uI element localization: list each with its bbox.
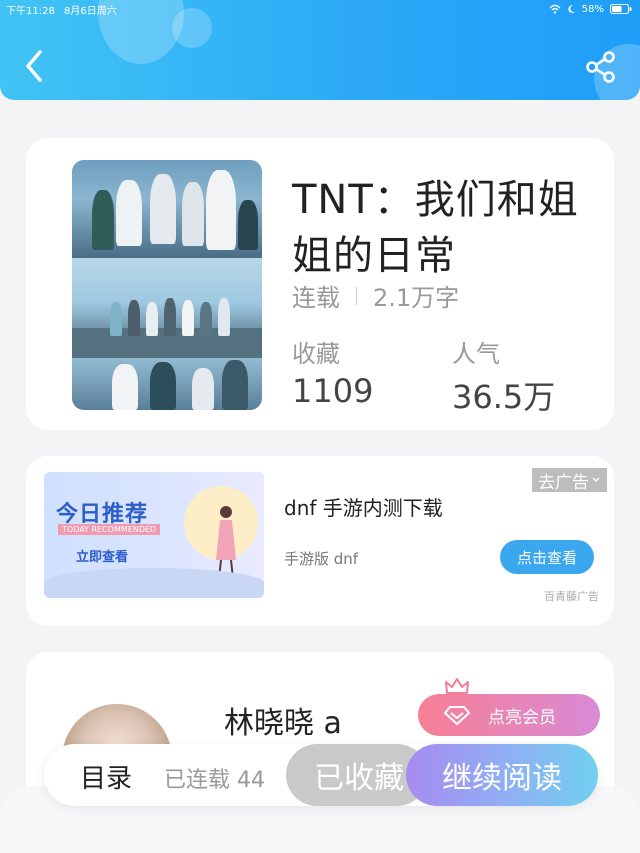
header: 下午11:28 8月6日周六 58% [0,0,640,100]
cover-photo [72,358,262,410]
author-name: 林晓晓 a [224,706,342,741]
cover-photo [72,258,262,358]
ad-card[interactable]: 今日推荐 TODAY RECOMMENDED 立即查看 dnf 手游内测下载 手… [26,456,614,626]
chapter-count[interactable]: 已连载 44 [164,762,265,794]
ad-source: 百青藤广告 [544,590,599,603]
battery-icon [610,4,632,14]
popularity-value: 36.5万 [452,378,556,416]
book-status: 连载 [292,284,340,312]
collect-value: 1109 [292,372,374,410]
ad-image[interactable]: 今日推荐 TODAY RECOMMENDED 立即查看 [44,472,264,598]
continue-reading-button[interactable]: 继续阅读 [406,744,598,806]
status-time: 下午11:28 [6,6,55,17]
ad-subtitle: 手游版 dnf [284,550,359,568]
cover-photo [72,160,262,258]
book-cover[interactable] [72,160,262,410]
moon-icon [568,4,575,13]
vip-button-label: 点亮会员 [488,707,556,728]
bottom-bar: 目录 已连载 44 已收藏 继续阅读 [44,744,598,806]
ad-title[interactable]: dnf 手游内测下载 [284,492,443,521]
book-meta: 连载 2.1万字 [292,278,459,313]
ad-view-button[interactable]: 点击查看 [500,540,594,574]
share-icon[interactable] [584,50,618,84]
back-button[interactable] [20,48,48,84]
diamond-icon [444,706,470,725]
status-date: 8月6日周六 [64,6,117,17]
book-card: TNT：我们和姐姐的日常 连载 2.1万字 收藏 1109 人气 36.5万 [26,138,614,430]
toc-button[interactable]: 目录 [80,758,132,795]
collect-label: 收藏 [292,340,340,368]
ad-image-subtitle: TODAY RECOMMENDED [58,524,161,535]
divider [356,286,357,305]
popularity-label: 人气 [452,340,500,368]
battery-percent: 58% [581,3,604,15]
wifi-icon [549,4,561,14]
status-bar: 下午11:28 8月6日周六 58% [6,2,632,17]
vip-button[interactable]: 点亮会员 [418,694,600,736]
word-count: 2.1万字 [373,284,460,312]
chevron-down-icon [592,477,600,482]
book-title: TNT：我们和姐姐的日常 [292,177,579,279]
remove-ad-button[interactable]: 去广告 [532,468,607,493]
ad-image-cta: 立即查看 [76,550,129,565]
remove-ad-label: 去广告 [538,472,589,493]
crown-icon [445,678,469,694]
